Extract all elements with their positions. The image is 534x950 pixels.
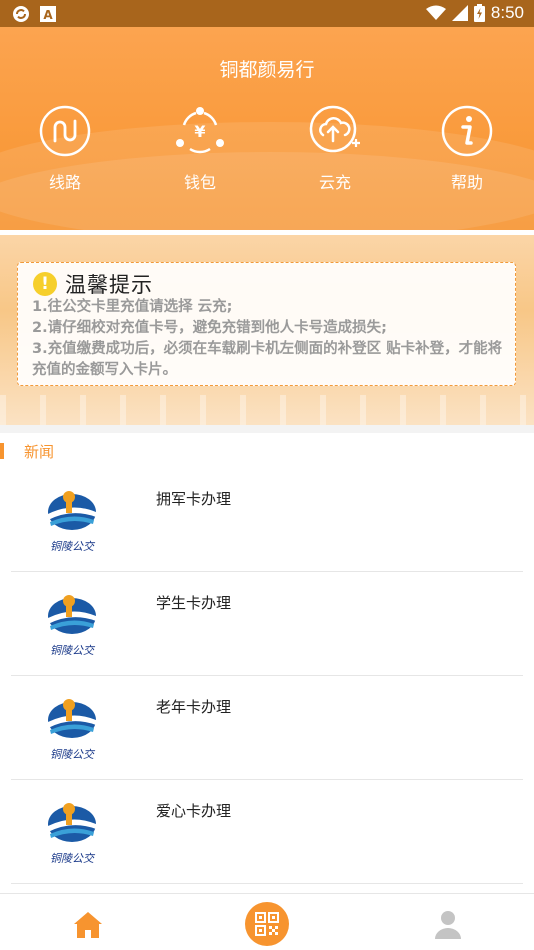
news-item[interactable]: 铜陵公交 老年卡办理: [11, 676, 523, 780]
quick-action-label: 云充: [318, 173, 351, 192]
notice-card: ! 温馨提示 1.往公交卡里充值请选择 云充; 2.请仔细校对充值卡号，避免充错…: [17, 262, 516, 386]
news-list: 铜陵公交 拥军卡办理 铜陵公交 学生卡办理 铜陵公交 老年卡办理 铜陵公交 爱心…: [11, 468, 523, 884]
svg-text:¥: ¥: [194, 122, 205, 141]
section-title: 新闻: [24, 443, 55, 461]
header: 铜都颜易行 线路 ¥ 钱包 云充 帮助: [0, 27, 534, 230]
quick-action-cloud-recharge[interactable]: 云充: [285, 105, 385, 193]
cloud-recharge-icon: [309, 105, 360, 153]
battery-icon: [473, 4, 485, 22]
svg-text:铜陵公交: 铜陵公交: [50, 748, 96, 761]
section-marker: [0, 443, 4, 459]
a-box-icon: A: [40, 6, 56, 22]
sync-icon: [13, 6, 29, 22]
bus-company-logo-icon: 铜陵公交: [48, 491, 96, 553]
news-title: 老年卡办理: [156, 698, 232, 716]
warning-icon: !: [33, 272, 57, 296]
notice-line: 3.充值缴费成功后，必须在车载刷卡机左侧面的补登区 贴卡补登，才能将充值的金额写…: [32, 341, 503, 378]
user-icon: [435, 911, 461, 939]
svg-text:A: A: [43, 8, 53, 22]
nav-profile[interactable]: [426, 902, 470, 946]
wifi-icon: [425, 5, 446, 20]
signal-icon: [451, 5, 468, 21]
quick-action-label: 钱包: [183, 173, 216, 192]
news-item[interactable]: 铜陵公交 学生卡办理: [11, 572, 523, 676]
nav-qr-code[interactable]: [245, 902, 289, 946]
route-icon: [39, 105, 91, 157]
quick-action-route[interactable]: 线路: [15, 105, 115, 193]
quick-action-label: 帮助: [450, 173, 483, 192]
bus-company-logo-icon: 铜陵公交: [48, 803, 96, 865]
clock: 8:50: [490, 3, 524, 22]
notice-body: 1.往公交卡里充值请选择 云充; 2.请仔细校对充值卡号，避免充错到他人卡号造成…: [32, 297, 508, 381]
bottom-nav: [0, 893, 534, 950]
divider: [0, 425, 534, 433]
qr-code-icon: [245, 902, 289, 946]
quick-action-help[interactable]: 帮助: [417, 105, 517, 193]
news-item[interactable]: 铜陵公交 爱心卡办理: [11, 780, 523, 884]
status-bar: A 8:50: [0, 0, 534, 27]
banner-decoration: [0, 395, 534, 425]
news-item[interactable]: 铜陵公交 拥军卡办理: [11, 468, 523, 572]
svg-text:铜陵公交: 铜陵公交: [50, 852, 96, 865]
nav-home[interactable]: [66, 902, 110, 946]
help-icon: [441, 105, 493, 157]
wallet-icon: ¥: [176, 107, 224, 154]
news-section-header: 新闻: [0, 440, 534, 464]
svg-text:铜陵公交: 铜陵公交: [50, 540, 96, 553]
news-title: 爱心卡办理: [156, 802, 232, 820]
home-icon: [74, 912, 102, 938]
notice-line: 1.往公交卡里充值请选择 云充;: [32, 299, 233, 315]
quick-action-wallet[interactable]: ¥ 钱包: [150, 105, 250, 193]
bus-company-logo-icon: 铜陵公交: [48, 699, 96, 761]
bus-company-logo-icon: 铜陵公交: [48, 595, 96, 657]
page-title: 铜都颜易行: [219, 59, 315, 81]
notice-title: 温馨提示: [65, 273, 153, 297]
svg-text:铜陵公交: 铜陵公交: [50, 644, 96, 657]
quick-action-label: 线路: [48, 173, 81, 192]
news-title: 拥军卡办理: [156, 490, 232, 508]
news-title: 学生卡办理: [156, 594, 232, 612]
notice-line: 2.请仔细校对充值卡号，避免充错到他人卡号造成损失;: [32, 320, 387, 336]
notice-banner: ! 温馨提示 1.往公交卡里充值请选择 云充; 2.请仔细校对充值卡号，避免充错…: [0, 235, 534, 425]
